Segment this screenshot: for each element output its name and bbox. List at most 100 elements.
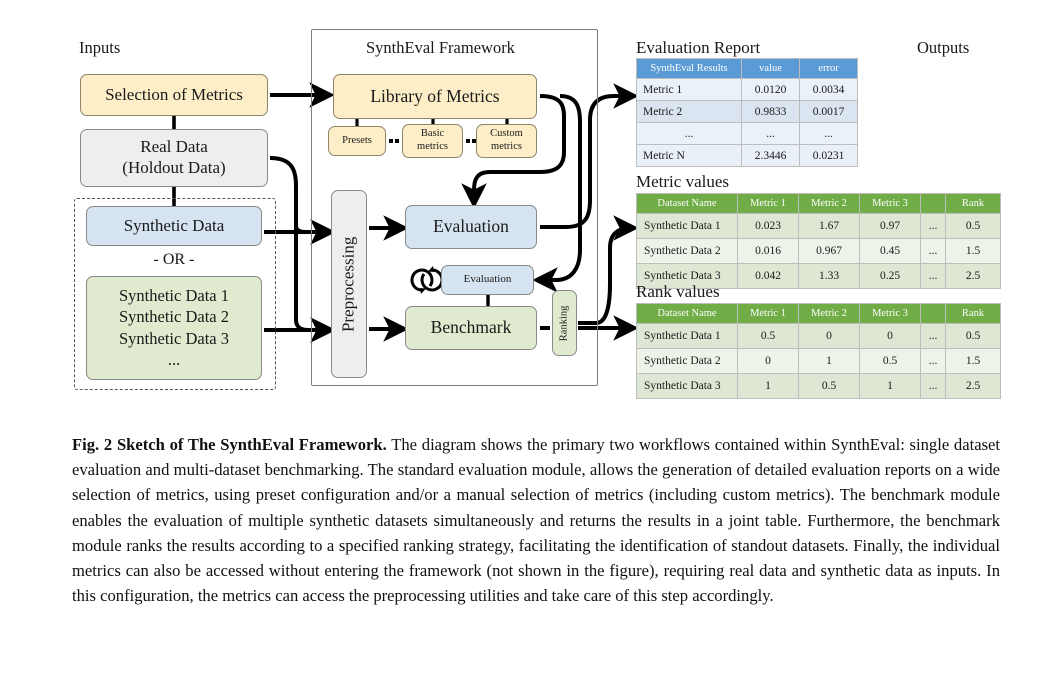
node-evaluation-inner[interactable]: Evaluation [441,265,534,295]
cell: 1 [859,373,921,399]
evaluation-report-table: SynthEval Results value error Metric 1 0… [636,58,858,167]
col-header [920,303,946,324]
cell: 0.5 [798,373,860,399]
node-label: Preprocessing [338,236,358,332]
cell: ... [920,213,946,239]
inputs-column-label: Inputs [79,38,121,57]
cell: 0 [859,323,921,349]
table-row: Synthetic Data 1 0.023 1.67 0.97 ... 0.5 [636,213,1001,239]
col-header: Metric 2 [798,303,860,324]
table-row: Synthetic Data 3 1 0.5 1 ... 2.5 [636,373,1001,399]
or-separator-label: - OR - [153,251,195,268]
cell: 0.0017 [799,100,858,123]
evaluation-report-title: Evaluation Report [636,38,761,57]
node-custom-metrics[interactable]: Custom metrics [476,124,537,158]
cell: 0 [737,348,799,374]
col-header: Dataset Name [636,303,738,324]
table-row: Metric N 2.3446 0.0231 [636,144,858,167]
col-header: Metric 3 [859,303,921,324]
cell: Synthetic Data 3 [636,373,738,399]
table-header-row: SynthEval Results value error [636,58,858,79]
cell: 0.9833 [741,100,800,123]
col-header: error [799,58,858,79]
node-ranking[interactable]: Ranking [552,290,577,356]
rank-values-table: Dataset Name Metric 1 Metric 2 Metric 3 … [636,303,1001,399]
col-header: value [741,58,800,79]
cell: 1 [798,348,860,374]
node-benchmark[interactable]: Benchmark [405,306,537,350]
node-synthetic-data-list[interactable]: Synthetic Data 1 Synthetic Data 2 Synthe… [86,276,262,380]
cell: ... [920,238,946,264]
node-preprocessing[interactable]: Preprocessing [331,190,367,378]
table-row: Metric 2 0.9833 0.0017 [636,100,858,123]
cell: 0.042 [737,263,799,289]
node-basic-metrics[interactable]: Basic metrics [402,124,463,158]
synthetic-list-item: Synthetic Data 2 [119,307,229,327]
node-selection-of-metrics[interactable]: Selection of Metrics [80,74,268,116]
synthetic-list-item: Synthetic Data 3 [119,328,229,348]
rank-values-title: Rank values [636,282,720,301]
node-label: Ranking [558,305,570,341]
col-header: Rank [945,193,1001,214]
node-label: Selection of Metrics [105,84,243,104]
node-label: Library of Metrics [370,85,500,106]
caption-lead: Fig. 2 Sketch of The SynthEval Framework… [72,435,387,454]
cell: 2.3446 [741,144,800,167]
node-evaluation[interactable]: Evaluation [405,205,537,249]
cell: 0.0034 [799,78,858,101]
cell: Synthetic Data 1 [636,323,738,349]
node-label: Synthetic Data [123,215,225,235]
cell: Synthetic Data 1 [636,213,738,239]
col-header [920,193,946,214]
cell: 0.25 [859,263,921,289]
cell: 0.0120 [741,78,800,101]
caption-body: The diagram shows the primary two workfl… [72,435,1000,606]
node-real-data[interactable]: Real Data (Holdout Data) [80,129,268,187]
cell: ... [636,122,742,145]
cell: ... [920,323,946,349]
cell: 0.97 [859,213,921,239]
table-row: ... ... ... [636,122,858,145]
cell: 1 [737,373,799,399]
node-label-line2: metrics [417,141,448,152]
node-label: Evaluation [463,273,512,286]
node-library-of-metrics[interactable]: Library of Metrics [333,74,537,119]
table-header-row: Dataset Name Metric 1 Metric 2 Metric 3 … [636,193,1001,214]
node-label-line1: Real Data [140,137,208,157]
node-label-line1: Basic [420,128,445,140]
outputs-column-label: Outputs [917,38,970,57]
metric-values-title: Metric values [636,172,729,191]
node-label-line2: metrics [491,141,522,152]
node-label: Benchmark [430,317,512,338]
cell: 0.016 [737,238,799,264]
col-header: Metric 1 [737,193,799,214]
table-row: Synthetic Data 1 0.5 0 0 ... 0.5 [636,323,1001,349]
table-row: Metric 1 0.0120 0.0034 [636,78,858,101]
col-header: Dataset Name [636,193,738,214]
col-header: Rank [945,303,1001,324]
cell: ... [920,263,946,289]
cell: 2.5 [945,263,1001,289]
cell: 0.0231 [799,144,858,167]
col-header: SynthEval Results [636,58,742,79]
table-row: Synthetic Data 2 0.016 0.967 0.45 ... 1.… [636,238,1001,264]
cell: ... [920,373,946,399]
cell: ... [741,122,800,145]
figure-diagram: Inputs SynthEval Framework Outputs Selec… [0,0,1058,418]
cell: 0.5 [945,323,1001,349]
col-header: Metric 2 [798,193,860,214]
cell: Synthetic Data 2 [636,238,738,264]
node-label: Presets [342,134,372,146]
table-header-row: Dataset Name Metric 1 Metric 2 Metric 3 … [636,303,1001,324]
cell: 0 [798,323,860,349]
node-label-line1: Custom [490,128,523,140]
cell: ... [920,348,946,374]
node-label: Evaluation [433,216,509,237]
col-header: Metric 1 [737,303,799,324]
node-presets[interactable]: Presets [328,126,386,156]
node-synthetic-data[interactable]: Synthetic Data [86,206,262,246]
cell: 0.5 [737,323,799,349]
cell: 0.5 [859,348,921,374]
node-label-line2: (Holdout Data) [122,158,226,177]
cell: Metric N [636,144,742,167]
